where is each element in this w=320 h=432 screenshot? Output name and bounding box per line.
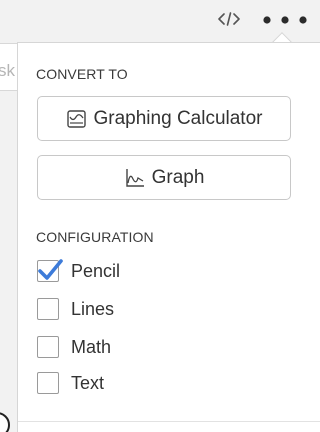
convert-graph-label: Graph [151,166,205,188]
option-lines-label: Lines [71,298,115,319]
convert-to-heading: CONVERT TO [36,66,128,82]
option-pencil-label: Pencil [71,260,121,281]
code-icon [218,11,240,31]
lines-checkbox[interactable] [37,298,59,320]
option-lines[interactable]: Lines [37,297,114,321]
convert-graph-button[interactable]: Graph [37,155,291,200]
pencil-checkbox[interactable] [37,259,63,282]
code-view-button[interactable] [212,10,246,32]
drag-handle[interactable] [0,412,10,432]
underlying-field-text: sk [0,61,15,80]
calculator-icon [66,108,88,130]
option-pencil[interactable]: Pencil [37,259,120,283]
graph-icon [124,167,146,189]
convert-graphing-calculator-button[interactable]: Graphing Calculator [37,96,291,141]
checkmark-icon [38,259,63,280]
options-menu: CONVERT TO Graphing Calculator Graph CON… [17,42,320,432]
text-checkbox[interactable] [37,372,59,394]
top-toolbar [0,0,320,42]
configuration-heading: CONFIGURATION [36,229,154,245]
option-text-label: Text [71,372,105,393]
convert-graphing-calculator-label: Graphing Calculator [93,107,263,129]
more-options-button[interactable] [256,8,314,34]
option-math[interactable]: Math [37,335,111,359]
app-stage: sk CONVERT TO Graphing Calculator Graph [0,0,320,432]
math-checkbox[interactable] [37,336,59,358]
option-text[interactable]: Text [37,371,104,395]
menu-divider [18,421,320,422]
more-horizontal-icon [260,12,310,30]
option-math-label: Math [71,336,112,357]
